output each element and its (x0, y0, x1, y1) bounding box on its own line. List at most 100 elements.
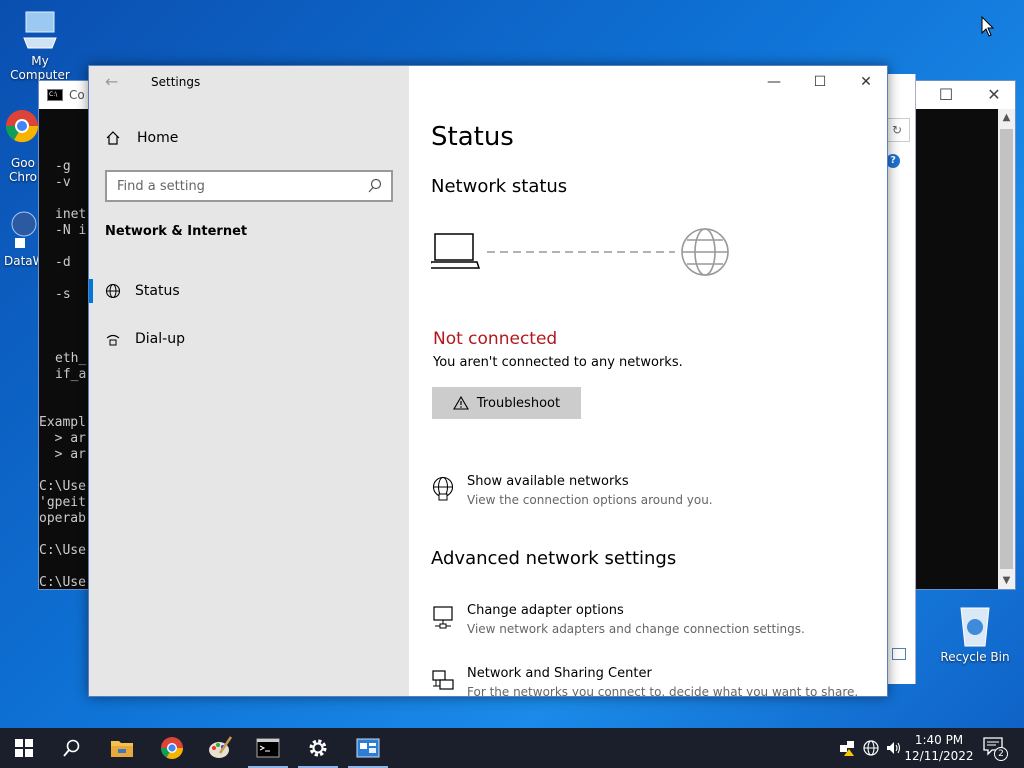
change-adapter-options-link[interactable]: Change adapter options View network adap… (431, 603, 805, 636)
nav-item-status[interactable]: Status (89, 271, 409, 311)
paint-icon (209, 736, 233, 758)
desktop-icon-label: Goo Chro (9, 156, 37, 184)
nav-item-dial-up[interactable]: Dial-up (89, 319, 409, 359)
desktop-icon-my-computer[interactable]: My Computer (0, 8, 80, 82)
scroll-up-icon[interactable]: ▲ (998, 109, 1015, 126)
scroll-down-icon[interactable]: ▼ (998, 572, 1015, 589)
console-line: inet (55, 207, 87, 222)
chrome-icon (4, 108, 40, 154)
search-icon[interactable] (367, 178, 383, 194)
globe-network-icon[interactable] (862, 739, 880, 757)
cmd-icon (47, 89, 63, 101)
desktop-icon-recycle-bin[interactable]: Recycle Bin (935, 602, 1015, 664)
connection-state-description: You aren't connected to any networks. (433, 355, 683, 370)
console-line: -s (55, 287, 71, 302)
taskbar-settings[interactable] (294, 728, 342, 768)
clock-date: 12/11/2022 (904, 749, 974, 763)
show-available-networks-link[interactable]: Show available networks View the connect… (431, 474, 713, 507)
nav-item-label: Status (135, 283, 180, 299)
option-title: Change adapter options (467, 603, 624, 618)
settings-nav-pane: ← Settings Home Network & Internet Statu… (89, 66, 409, 696)
taskbar-file-explorer[interactable] (98, 728, 146, 768)
settings-content: — ☐ ✕ Status Network status Not connecte… (409, 66, 887, 696)
cmd-maximize-button[interactable]: ☐ (923, 81, 969, 109)
chrome-icon (161, 737, 183, 759)
console-line: -v (55, 175, 71, 190)
console-line: -d (55, 255, 71, 270)
globe-icon (105, 283, 121, 299)
option-description: View network adapters and change connect… (467, 622, 805, 636)
scroll-thumb[interactable] (1000, 129, 1013, 569)
laptop-icon (431, 233, 481, 269)
console-line: > ar (39, 431, 86, 446)
adapter-icon (433, 606, 453, 629)
taskbar-chrome[interactable] (148, 728, 196, 768)
nav-section-heading: Network & Internet (105, 224, 248, 239)
network-sharing-center-link[interactable]: Network and Sharing Center For the netwo… (431, 666, 858, 696)
taskbar-clock[interactable]: 1:40 PM 12/11/2022 (900, 732, 978, 764)
internet-globe-icon (681, 228, 729, 276)
console-line: operab (39, 511, 86, 526)
desktop-icon-label: DataW (4, 254, 45, 268)
console-line: Exampl (39, 415, 86, 430)
recycle-bin-icon (955, 602, 995, 648)
taskbar-cmd[interactable] (244, 728, 292, 768)
console-line: eth_ (55, 351, 87, 366)
troubleshoot-button[interactable]: Troubleshoot (432, 387, 581, 419)
network-app-icon (356, 738, 380, 758)
taskbar-network-app[interactable] (344, 728, 392, 768)
help-icon: ? (886, 154, 900, 168)
settings-icon (309, 739, 327, 757)
action-center-button[interactable]: 2 (982, 736, 1010, 761)
start-button[interactable] (0, 728, 48, 768)
taskbar-search-button[interactable] (48, 728, 96, 768)
page-title: Status (431, 122, 514, 152)
dialup-icon (106, 334, 120, 346)
console-line: 'gpeit (39, 495, 86, 510)
settings-window[interactable]: ← Settings Home Network & Internet Statu… (88, 65, 888, 697)
search-box[interactable] (105, 170, 393, 202)
home-icon (106, 131, 120, 145)
cmd-close-button[interactable]: ✕ (971, 81, 1017, 109)
console-line: > ar (39, 447, 86, 462)
option-title: Show available networks (467, 474, 629, 489)
nav-home-label: Home (137, 130, 179, 146)
windows-start-icon (15, 739, 33, 757)
network-status-heading: Network status (431, 176, 568, 197)
console-line: C:\Use (39, 543, 86, 558)
troubleshoot-label: Troubleshoot (476, 395, 561, 411)
desktop-icon-chrome[interactable]: Goo Chro (0, 108, 40, 184)
console-line: if_a (55, 367, 87, 382)
view-details-icon[interactable] (892, 648, 906, 660)
option-title: Network and Sharing Center (467, 666, 652, 681)
close-button[interactable]: ✕ (843, 66, 887, 98)
console-line: C:\Use (39, 575, 86, 590)
nav-home[interactable]: Home (105, 130, 178, 146)
cmd-scrollbar[interactable]: ▲ ▼ (998, 109, 1015, 589)
warning-icon (452, 396, 469, 410)
desktop-icon-datawatch[interactable]: DataW (0, 206, 45, 268)
computer-icon (20, 8, 60, 52)
notification-count-badge: 2 (994, 747, 1008, 761)
cmd-icon (256, 738, 280, 758)
mouse-cursor-icon (981, 16, 995, 37)
file-explorer-icon (111, 741, 133, 757)
system-tray (838, 728, 903, 768)
sharing-center-icon (432, 670, 454, 690)
minimize-button[interactable]: — (751, 66, 797, 98)
clock-time: 1:40 PM (914, 733, 964, 747)
back-arrow-icon[interactable]: ← (105, 72, 118, 91)
option-description: View the connection options around you. (467, 493, 713, 507)
taskbar-paint[interactable] (196, 728, 244, 768)
desktop-icon-label: Recycle Bin (940, 650, 1010, 664)
console-line: -g (55, 159, 71, 174)
network-warning-icon[interactable] (838, 739, 856, 757)
maximize-button[interactable]: ☐ (797, 66, 843, 98)
taskbar: 1:40 PM 12/11/2022 2 (0, 728, 1024, 768)
option-description: For the networks you connect to, decide … (467, 685, 859, 696)
nav-item-label: Dial-up (135, 331, 185, 347)
search-input[interactable] (117, 178, 357, 194)
console-line: -N i (55, 223, 87, 238)
network-globe-icon (432, 476, 454, 501)
console-line: C:\Use (39, 479, 86, 494)
